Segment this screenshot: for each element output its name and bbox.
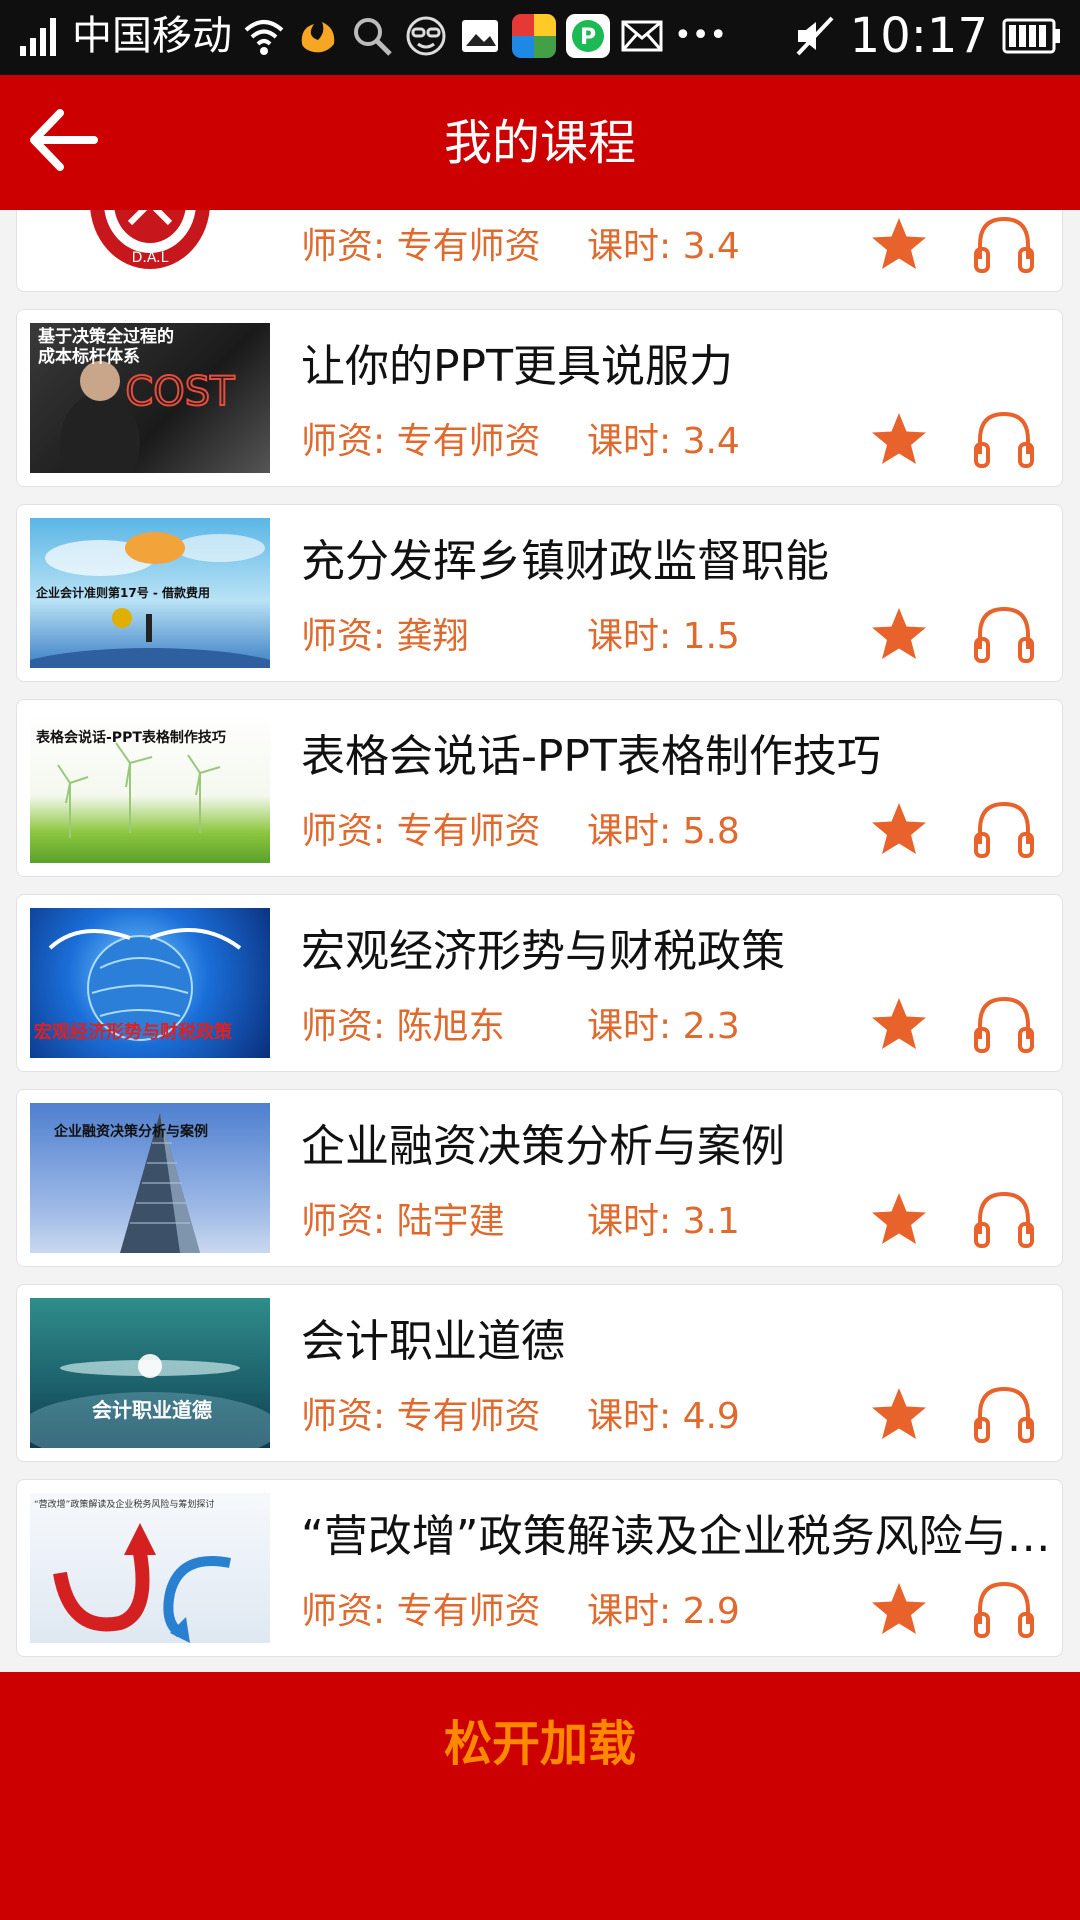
thumb-logo-text: D.A.L (132, 250, 169, 266)
thumb-caption: 企业融资决策分析与案例 (54, 1124, 208, 1140)
course-teacher: 师资: 陈旭东 (301, 1006, 505, 1047)
course-hours: 课时: 3.1 (587, 1201, 740, 1242)
favorite-star-icon[interactable] (869, 1190, 929, 1250)
course-card[interactable]: 表格会说话-PPT表格制作技巧 表格会说话-PPT表格制作技巧 师资: 专有师资… (16, 699, 1063, 877)
favorite-star-icon[interactable] (869, 995, 929, 1055)
thumb-cost-text: COST (125, 369, 235, 415)
course-thumbnail: 表格会说话-PPT表格制作技巧 (30, 713, 270, 863)
release-to-load-label: 松开加载 (443, 1716, 636, 1772)
favorite-star-icon[interactable] (869, 410, 929, 470)
course-hours: 课时: 1.5 (587, 616, 740, 657)
thumb-caption: 会计职业道德 (92, 1398, 212, 1422)
gallery-icon (462, 20, 498, 52)
status-bar: 中国移动 P ••• 10:17 (0, 0, 1080, 75)
favorite-star-icon[interactable] (869, 1580, 929, 1640)
p-app-icon: P (566, 14, 610, 58)
course-hours: 课时: 3.4 (587, 421, 740, 462)
course-title: “营改增”政策解读及企业税务风险与… (301, 1511, 1051, 1562)
course-hours: 课时: 2.3 (587, 1006, 740, 1047)
headphones-icon[interactable] (972, 1383, 1036, 1445)
favorite-star-icon[interactable] (869, 1385, 929, 1445)
browser-app-icon (512, 14, 556, 58)
course-thumbnail: COST 基于决策全过程的成本标杆体系 (30, 323, 270, 473)
course-title: 充分发挥乡镇财政监督职能 (301, 536, 829, 587)
carrier-label: 中国移动 (72, 13, 232, 59)
thumb-caption: 宏观经济形势与财税政策 (34, 1022, 232, 1043)
headphones-icon[interactable] (972, 993, 1036, 1055)
face-icon (406, 16, 446, 56)
headphones-icon[interactable] (972, 408, 1036, 470)
course-hours: 课时: 4.9 (587, 1396, 740, 1437)
course-teacher: 师资: 专有师资 (301, 1396, 541, 1437)
course-title: 表格会说话-PPT表格制作技巧 (301, 731, 881, 782)
course-teacher: 师资: 专有师资 (301, 421, 541, 462)
headphones-icon[interactable] (972, 1578, 1036, 1640)
clock: 10:17 (849, 8, 988, 64)
headphones-icon[interactable] (972, 798, 1036, 860)
course-card[interactable]: 企业会计准则第17号 - 借款费用 充分发挥乡镇财政监督职能 师资: 龚翔 课时… (16, 504, 1063, 682)
mail-icon (621, 20, 663, 52)
favorite-star-icon[interactable] (869, 215, 929, 275)
course-card[interactable]: 企业融资决策分析与案例 企业融资决策分析与案例 师资: 陆宇建 课时: 3.1 (16, 1089, 1063, 1267)
course-thumbnail: 会计职业道德 (30, 1298, 270, 1448)
search-icon (354, 18, 392, 56)
course-teacher: 师资: 专有师资 (301, 1591, 541, 1632)
headphones-icon[interactable] (972, 1188, 1036, 1250)
course-card[interactable]: COST 基于决策全过程的成本标杆体系 让你的PPT更具说服力 师资: 专有师资… (16, 309, 1063, 487)
course-thumbnail: 企业融资决策分析与案例 (30, 1103, 270, 1253)
course-thumbnail: 企业会计准则第17号 - 借款费用 (30, 518, 270, 668)
course-card[interactable]: “营改增”政策解读及企业税务风险与筹划探讨 “营改增”政策解读及企业税务风险与…… (16, 1479, 1063, 1657)
course-list[interactable]: D.A.L 师资: 专有师资 课时: 3.4 COST 基于决策全过程的成本标杆… (0, 210, 1080, 1672)
thumb-caption: 基于决策全过程的成本标杆体系 (38, 327, 174, 367)
headphones-icon[interactable] (972, 213, 1036, 275)
thumb-caption: “营改增”政策解读及企业税务风险与筹划探讨 (34, 1500, 215, 1510)
course-teacher: 师资: 专有师资 (301, 811, 541, 852)
course-thumbnail: 宏观经济形势与财税政策 (30, 908, 270, 1058)
course-thumbnail: D.A.L (30, 210, 270, 278)
course-card[interactable]: 会计职业道德 会计职业道德 师资: 专有师资 课时: 4.9 (16, 1284, 1063, 1462)
course-title: 企业融资决策分析与案例 (301, 1121, 785, 1172)
course-card[interactable]: 宏观经济形势与财税政策 宏观经济形势与财税政策 师资: 陈旭东 课时: 2.3 (16, 894, 1063, 1072)
course-title: 让你的PPT更具说服力 (301, 341, 733, 392)
course-title: 会计职业道德 (301, 1316, 565, 1367)
favorite-star-icon[interactable] (869, 800, 929, 860)
app-header: 我的课程 (0, 75, 1080, 210)
wifi-icon (244, 20, 284, 55)
course-hours: 课时: 3.4 (587, 226, 740, 267)
page-title: 我的课程 (443, 115, 636, 171)
load-more-footer[interactable]: 松开加载 (0, 1672, 1080, 1920)
thumb-caption: 表格会说话-PPT表格制作技巧 (36, 730, 226, 746)
course-teacher: 师资: 陆宇建 (301, 1201, 505, 1242)
course-teacher: 师资: 龚翔 (301, 616, 469, 657)
course-card[interactable]: D.A.L 师资: 专有师资 课时: 3.4 (16, 210, 1063, 292)
signal-icon (20, 18, 56, 56)
more-icon: ••• (674, 18, 728, 53)
thumb-caption: 企业会计准则第17号 - 借款费用 (36, 586, 211, 600)
course-hours: 课时: 5.8 (587, 811, 740, 852)
course-teacher: 师资: 专有师资 (301, 226, 541, 267)
headphones-icon[interactable] (972, 603, 1036, 665)
course-thumbnail: “营改增”政策解读及企业税务风险与筹划探讨 (30, 1493, 270, 1643)
course-title: 宏观经济形势与财税政策 (301, 926, 785, 977)
battery-icon (1002, 18, 1060, 54)
svg-text:P: P (580, 25, 596, 50)
uc-browser-icon (301, 22, 335, 53)
mute-icon (796, 16, 834, 56)
course-hours: 课时: 2.9 (587, 1591, 740, 1632)
favorite-star-icon[interactable] (869, 605, 929, 665)
